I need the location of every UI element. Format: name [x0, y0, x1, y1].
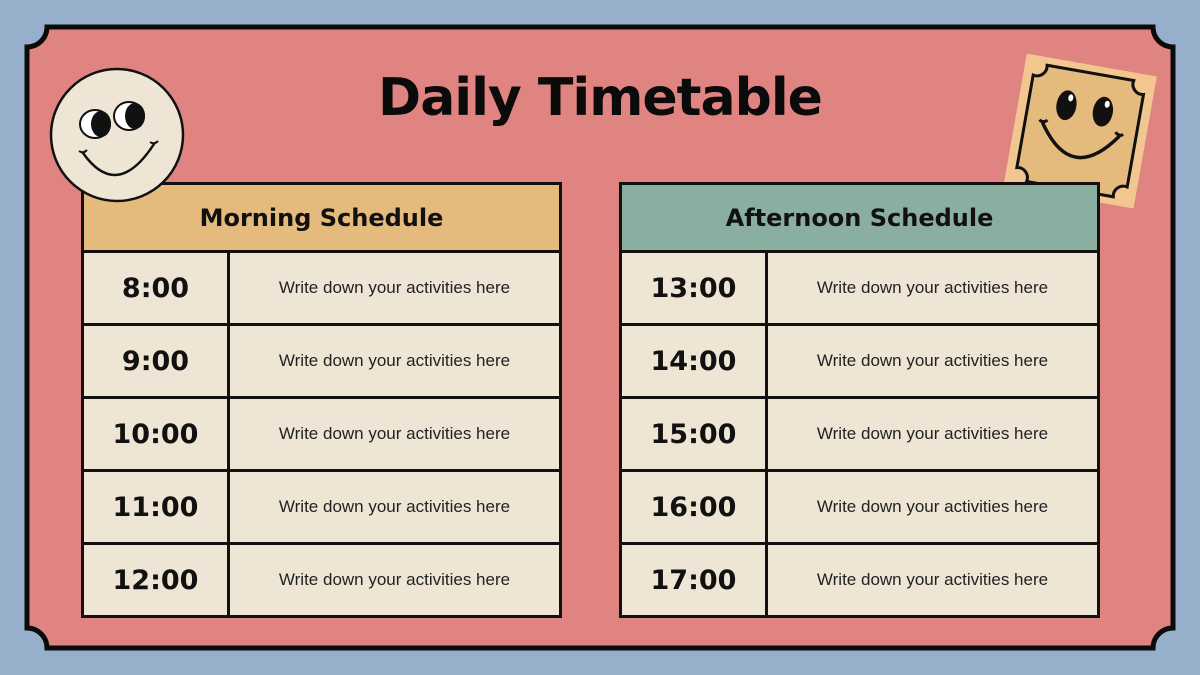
activity-cell[interactable]: Write down your activities here	[230, 326, 559, 396]
activity-cell[interactable]: Write down your activities here	[230, 472, 559, 542]
time-cell: 15:00	[622, 399, 768, 469]
table-row: 14:00 Write down your activities here	[622, 326, 1097, 399]
table-row: 12:00 Write down your activities here	[84, 545, 559, 615]
activity-cell[interactable]: Write down your activities here	[768, 399, 1097, 469]
activity-cell[interactable]: Write down your activities here	[768, 545, 1097, 615]
table-row: 11:00 Write down your activities here	[84, 472, 559, 545]
round-smiley-face-icon	[49, 67, 185, 203]
time-cell: 13:00	[622, 253, 768, 323]
time-cell: 12:00	[84, 545, 230, 615]
afternoon-schedule-table: Afternoon Schedule 13:00 Write down your…	[619, 182, 1100, 618]
activity-cell[interactable]: Write down your activities here	[230, 545, 559, 615]
activity-cell[interactable]: Write down your activities here	[768, 253, 1097, 323]
activity-cell[interactable]: Write down your activities here	[230, 399, 559, 469]
table-row: 10:00 Write down your activities here	[84, 399, 559, 472]
time-cell: 8:00	[84, 253, 230, 323]
table-row: 17:00 Write down your activities here	[622, 545, 1097, 615]
activity-cell[interactable]: Write down your activities here	[768, 326, 1097, 396]
table-row: 8:00 Write down your activities here	[84, 253, 559, 326]
time-cell: 11:00	[84, 472, 230, 542]
activity-cell[interactable]: Write down your activities here	[768, 472, 1097, 542]
time-cell: 14:00	[622, 326, 768, 396]
time-cell: 17:00	[622, 545, 768, 615]
morning-schedule-table: Morning Schedule 8:00 Write down your ac…	[81, 182, 562, 618]
table-row: 9:00 Write down your activities here	[84, 326, 559, 399]
time-cell: 10:00	[84, 399, 230, 469]
time-cell: 9:00	[84, 326, 230, 396]
table-row: 15:00 Write down your activities here	[622, 399, 1097, 472]
activity-cell[interactable]: Write down your activities here	[230, 253, 559, 323]
time-cell: 16:00	[622, 472, 768, 542]
afternoon-schedule-heading: Afternoon Schedule	[622, 185, 1097, 253]
table-row: 13:00 Write down your activities here	[622, 253, 1097, 326]
table-row: 16:00 Write down your activities here	[622, 472, 1097, 545]
